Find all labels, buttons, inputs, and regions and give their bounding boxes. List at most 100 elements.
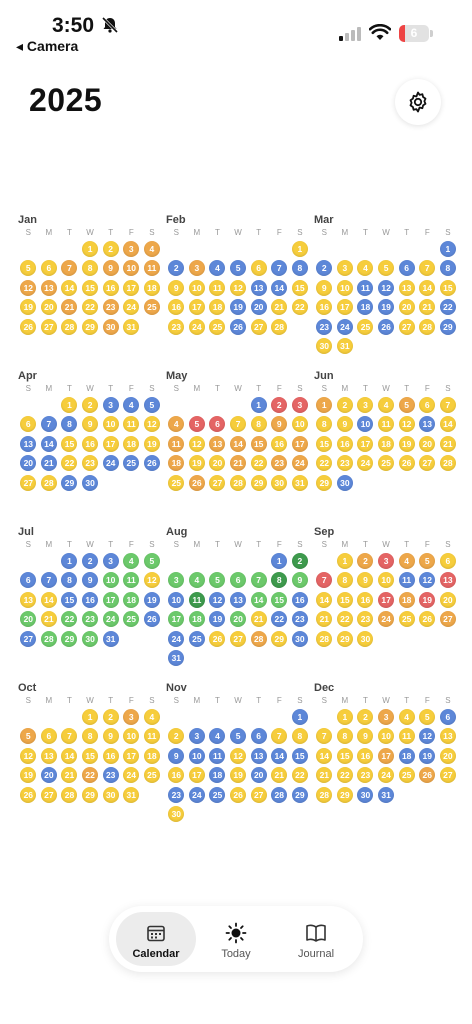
day-cell[interactable]: 16 [271,435,288,452]
day-cell[interactable]: 4 [143,709,160,725]
day-cell[interactable]: 27 [439,767,456,784]
day-cell[interactable]: 28 [40,630,57,647]
day-cell[interactable]: 8 [336,728,353,745]
day-cell[interactable]: 31 [378,786,395,803]
day-cell[interactable]: 28 [40,474,57,491]
day-cell[interactable]: 19 [378,299,395,316]
day-cell[interactable]: 12 [378,279,395,296]
day-cell[interactable]: 10 [102,572,119,589]
day-cell[interactable]: 4 [123,553,140,569]
day-cell[interactable]: 21 [271,299,288,316]
day-cell[interactable]: 11 [188,591,205,608]
day-cell[interactable]: 25 [398,767,415,784]
day-cell[interactable]: 28 [61,786,78,803]
day-cell[interactable]: 29 [336,786,353,803]
day-cell[interactable]: 18 [143,747,160,764]
day-cell[interactable]: 16 [316,299,333,316]
day-cell[interactable]: 15 [82,747,99,764]
day-cell[interactable]: 21 [419,299,436,316]
day-cell[interactable]: 5 [209,572,226,589]
day-cell[interactable]: 16 [357,591,374,608]
day-cell[interactable]: 4 [357,260,374,277]
day-cell[interactable]: 21 [316,767,333,784]
day-cell[interactable]: 14 [271,747,288,764]
day-cell[interactable]: 13 [439,728,456,745]
day-cell[interactable]: 30 [271,474,288,491]
day-cell[interactable]: 13 [40,747,57,764]
day-cell[interactable]: 12 [20,747,37,764]
day-cell[interactable]: 4 [209,260,226,277]
day-cell[interactable]: 15 [61,591,78,608]
day-cell[interactable]: 23 [82,611,99,628]
day-cell[interactable]: 30 [168,805,185,822]
day-cell[interactable]: 27 [40,786,57,803]
day-cell[interactable]: 12 [143,572,160,589]
day-cell[interactable]: 20 [250,767,267,784]
tab-calendar[interactable]: Calendar [116,912,196,966]
day-cell[interactable]: 18 [357,299,374,316]
day-cell[interactable]: 12 [20,279,37,296]
day-cell[interactable]: 25 [209,786,226,803]
day-cell[interactable]: 18 [209,767,226,784]
day-cell[interactable]: 9 [82,416,99,433]
day-cell[interactable]: 3 [123,241,140,257]
day-cell[interactable]: 18 [398,747,415,764]
day-cell[interactable]: 8 [336,572,353,589]
day-cell[interactable]: 23 [168,786,185,803]
day-cell[interactable]: 2 [316,260,333,277]
day-cell[interactable]: 25 [209,318,226,335]
day-cell[interactable]: 14 [61,279,78,296]
day-cell[interactable]: 27 [419,455,436,472]
day-cell[interactable]: 15 [439,279,456,296]
day-cell[interactable]: 19 [188,455,205,472]
day-cell[interactable]: 18 [188,611,205,628]
day-cell[interactable]: 26 [419,767,436,784]
day-cell[interactable]: 29 [82,786,99,803]
day-cell[interactable]: 11 [143,728,160,745]
day-cell[interactable]: 5 [230,728,247,745]
day-cell[interactable]: 1 [61,553,78,569]
day-cell[interactable]: 12 [209,591,226,608]
day-cell[interactable]: 20 [419,435,436,452]
day-cell[interactable]: 31 [123,786,140,803]
day-cell[interactable]: 7 [61,728,78,745]
day-cell[interactable]: 3 [378,709,395,725]
day-cell[interactable]: 5 [20,260,37,277]
day-cell[interactable]: 23 [291,611,308,628]
day-cell[interactable]: 4 [378,397,395,413]
day-cell[interactable]: 17 [378,591,395,608]
day-cell[interactable]: 25 [398,611,415,628]
day-cell[interactable]: 24 [188,318,205,335]
day-cell[interactable]: 2 [291,553,308,569]
day-cell[interactable]: 12 [143,416,160,433]
day-cell[interactable]: 19 [143,591,160,608]
day-cell[interactable]: 19 [143,435,160,452]
day-cell[interactable]: 10 [378,572,395,589]
day-cell[interactable]: 16 [102,747,119,764]
day-cell[interactable]: 5 [419,553,436,569]
day-cell[interactable]: 9 [82,572,99,589]
day-cell[interactable]: 2 [168,728,185,745]
day-cell[interactable]: 18 [123,435,140,452]
day-cell[interactable]: 1 [271,553,288,569]
day-cell[interactable]: 24 [102,455,119,472]
day-cell[interactable]: 22 [250,455,267,472]
day-cell[interactable]: 16 [336,435,353,452]
day-cell[interactable]: 13 [20,435,37,452]
day-cell[interactable]: 28 [316,786,333,803]
day-cell[interactable]: 22 [291,767,308,784]
day-cell[interactable]: 9 [102,728,119,745]
day-cell[interactable]: 17 [102,435,119,452]
day-cell[interactable]: 7 [439,397,456,413]
day-cell[interactable]: 13 [20,591,37,608]
day-cell[interactable]: 26 [419,611,436,628]
day-cell[interactable]: 18 [209,299,226,316]
day-cell[interactable]: 4 [398,709,415,725]
day-cell[interactable]: 12 [230,747,247,764]
day-cell[interactable]: 8 [316,416,333,433]
day-cell[interactable]: 20 [40,299,57,316]
day-cell[interactable]: 27 [20,474,37,491]
day-cell[interactable]: 7 [419,260,436,277]
day-cell[interactable]: 13 [419,416,436,433]
day-cell[interactable]: 26 [188,474,205,491]
